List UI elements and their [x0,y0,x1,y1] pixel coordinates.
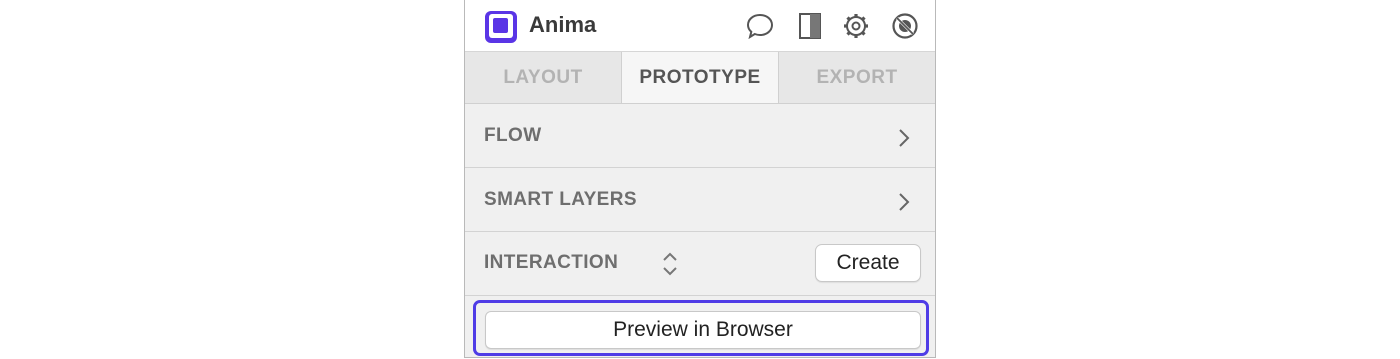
preview-in-browser-button[interactable]: Preview in Browser [485,311,921,349]
interaction-section: INTERACTION Create [465,232,935,296]
preview-highlight: Preview in Browser [473,300,929,356]
app-title: Anima [529,12,597,37]
chevron-right-icon [899,193,910,211]
comment-icon[interactable] [745,11,775,41]
create-button[interactable]: Create [815,244,921,282]
up-down-stepper-icon[interactable] [662,250,678,278]
gear-icon[interactable] [841,11,871,41]
smart-layers-label: SMART LAYERS [484,189,637,210]
interaction-label: INTERACTION [484,252,619,273]
flow-section[interactable]: FLOW [465,104,935,168]
anima-panel: Anima LAYOUT PROTOTYPE EXPORT FLOW SMART… [464,0,936,358]
disable-icon[interactable] [890,11,920,41]
tab-bar: LAYOUT PROTOTYPE EXPORT [465,52,935,104]
flow-label: FLOW [484,125,542,146]
chevron-right-icon [899,129,910,147]
panel-header: Anima [465,0,935,52]
smart-layers-section[interactable]: SMART LAYERS [465,168,935,232]
anima-logo-icon [485,11,517,43]
tab-layout[interactable]: LAYOUT [465,52,621,103]
tab-prototype[interactable]: PROTOTYPE [621,52,779,103]
tab-export[interactable]: EXPORT [779,52,935,103]
split-view-icon[interactable] [795,11,825,41]
